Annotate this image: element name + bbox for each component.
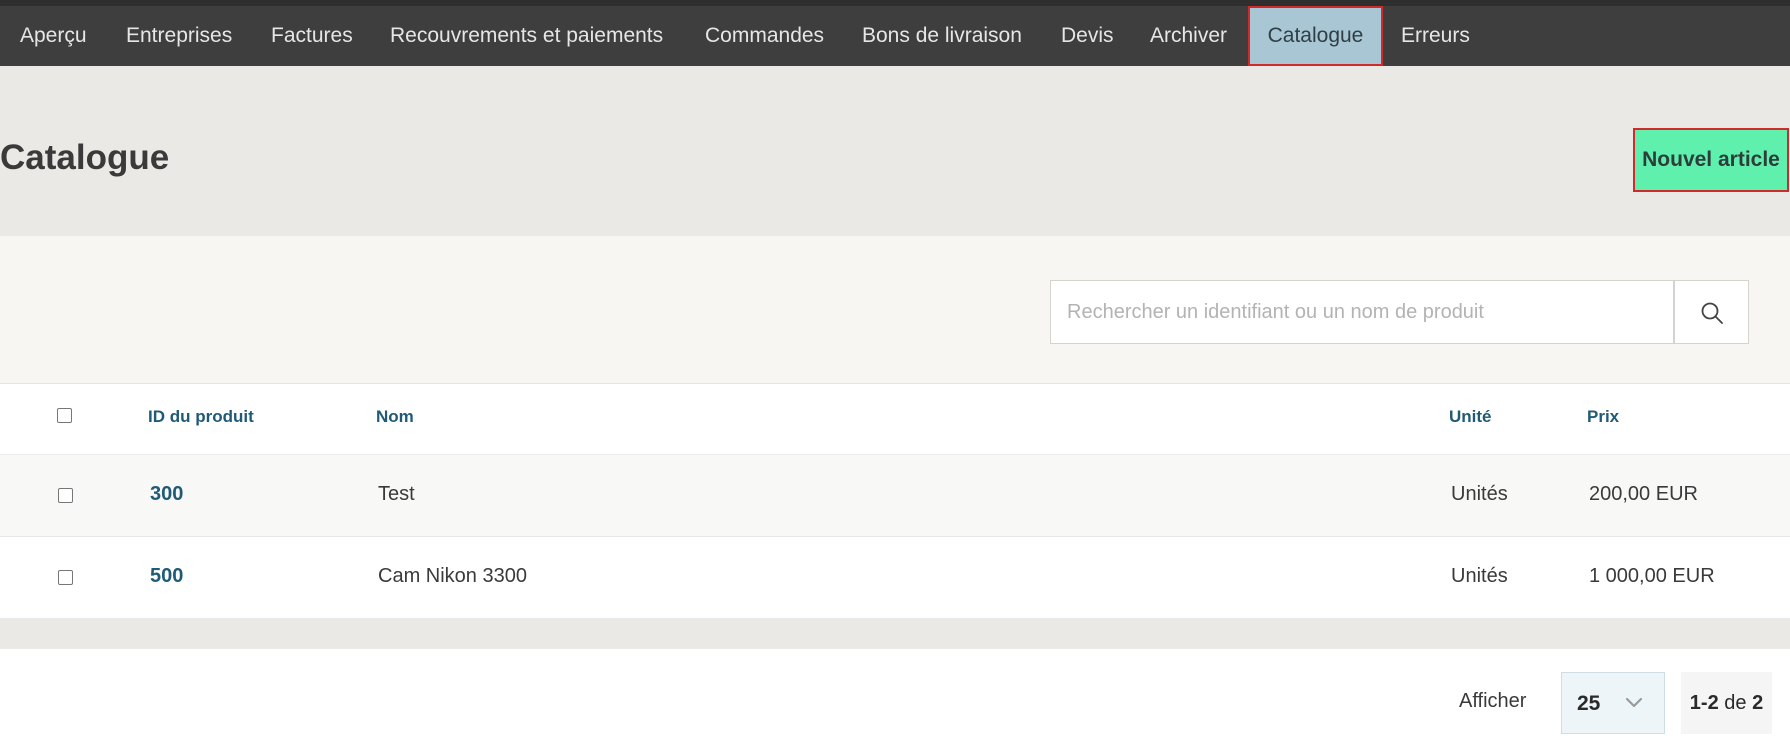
top-nav: Aperçu Entreprises Factures Recouvrement…	[0, 0, 1790, 66]
search-icon	[1701, 302, 1723, 324]
column-header-price[interactable]: Prix	[1587, 407, 1619, 427]
section-divider	[0, 619, 1790, 649]
product-id-link[interactable]: 500	[150, 565, 183, 588]
nav-item-erreurs[interactable]: Erreurs	[1401, 6, 1470, 66]
product-name: Test	[378, 483, 415, 505]
nav-item-archiver[interactable]: Archiver	[1150, 6, 1227, 66]
product-price: 200,00 EUR	[1589, 483, 1698, 505]
table-row[interactable]: 500 Cam Nikon 3300 Unités 1 000,00 EUR	[0, 537, 1790, 619]
search-button[interactable]	[1674, 280, 1749, 344]
page-title: Catalogue	[0, 138, 170, 177]
search-input[interactable]	[1050, 280, 1674, 344]
nav-item-bons-de-livraison[interactable]: Bons de livraison	[862, 6, 1022, 66]
product-unit: Unités	[1451, 565, 1508, 587]
column-header-unit[interactable]: Unité	[1449, 407, 1492, 427]
product-name: Cam Nikon 3300	[378, 565, 527, 587]
row-checkbox[interactable]	[58, 488, 73, 503]
select-all-checkbox[interactable]	[57, 408, 72, 423]
new-article-button[interactable]: Nouvel article	[1633, 128, 1789, 192]
range-total: 2	[1752, 692, 1764, 714]
range-start: 1-2	[1689, 692, 1719, 714]
table-header: ID du produit Nom Unité Prix	[0, 385, 1790, 455]
product-unit: Unités	[1451, 483, 1508, 505]
chevron-down-icon	[1625, 697, 1643, 708]
nav-item-apercu[interactable]: Aperçu	[20, 6, 87, 66]
pagination-range: 1-2 de 2	[1681, 672, 1772, 734]
nav-item-factures[interactable]: Factures	[271, 6, 353, 66]
range-of: de	[1724, 692, 1747, 714]
nav-item-catalogue[interactable]: Catalogue	[1248, 6, 1383, 66]
page-size-label: Afficher	[1459, 690, 1527, 712]
nav-item-recouvrements[interactable]: Recouvrements et paiements	[390, 6, 663, 66]
table-row[interactable]: 300 Test Unités 200,00 EUR	[0, 455, 1790, 537]
product-price: 1 000,00 EUR	[1589, 565, 1715, 587]
nav-item-commandes[interactable]: Commandes	[705, 6, 824, 66]
nav-item-entreprises[interactable]: Entreprises	[126, 6, 232, 66]
page-size-select[interactable]: 25	[1561, 672, 1665, 734]
column-header-id[interactable]: ID du produit	[148, 407, 254, 427]
page-size-value: 25	[1577, 692, 1601, 715]
header-band	[0, 66, 1790, 236]
nav-item-devis[interactable]: Devis	[1061, 6, 1114, 66]
product-id-link[interactable]: 300	[150, 483, 183, 506]
row-checkbox[interactable]	[58, 570, 73, 585]
column-header-name[interactable]: Nom	[376, 407, 414, 427]
